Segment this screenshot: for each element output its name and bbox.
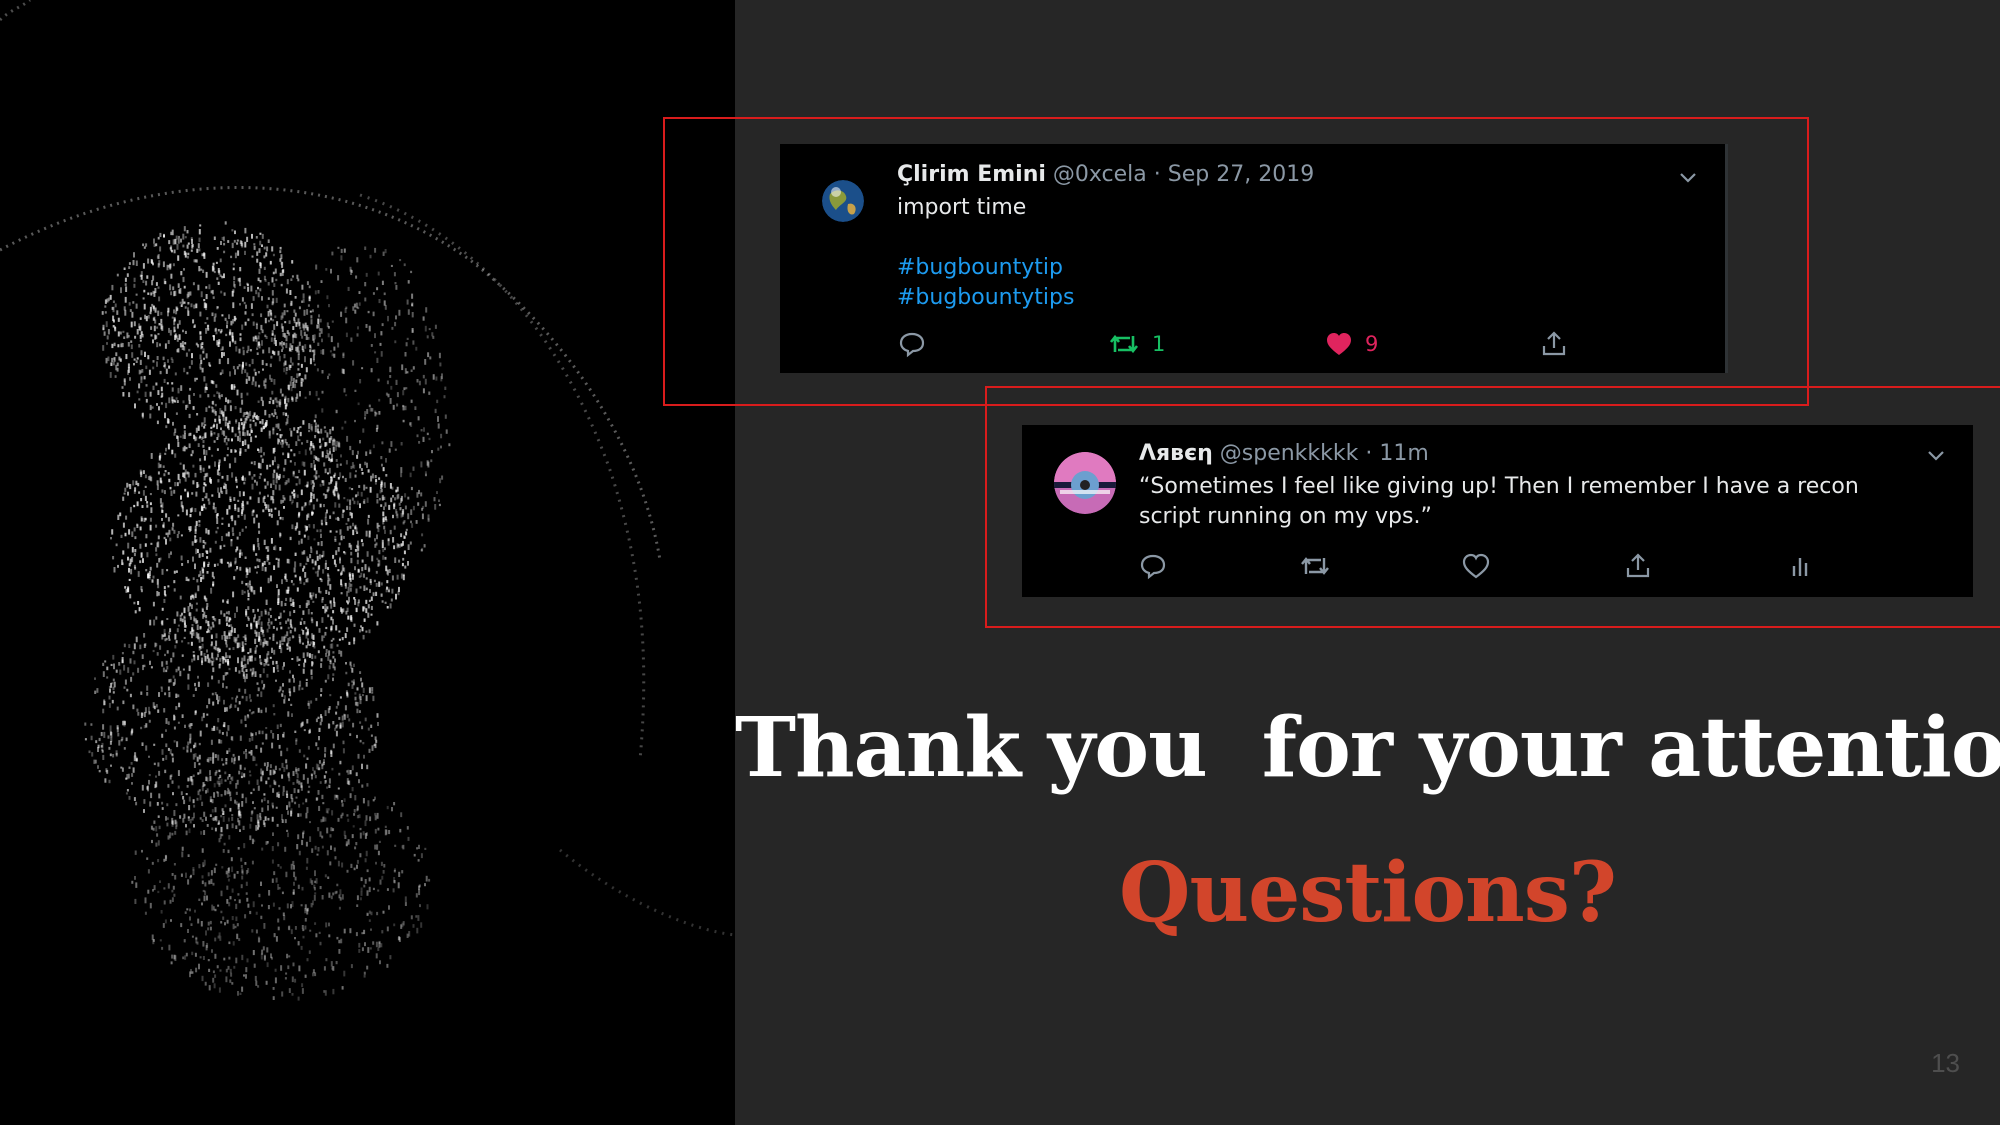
page-number: 13 [1931,1048,1960,1078]
reply-icon [1140,554,1166,580]
tweet-time[interactable]: 11m [1379,441,1428,466]
heart-filled-icon [1327,333,1351,355]
tweet-card-2[interactable]: Λявєη @spenkkkkk · 11m “Sometimes I feel… [1022,425,1973,597]
dotted-hood-artwork [0,0,735,1001]
like-count: 9 [1365,332,1379,356]
share-button[interactable] [1624,552,1652,580]
analytics-icon [1792,558,1808,576]
retweet-icon [1301,557,1329,575]
avatar-disc[interactable] [1054,452,1116,514]
retweet-count: 1 [1152,332,1166,356]
separator-dot: · [1365,441,1373,466]
avatar-globe[interactable] [822,180,864,222]
analytics-button[interactable] [1786,552,1814,580]
like-button[interactable] [1462,552,1490,580]
reply-button[interactable] [1139,552,1167,580]
chevron-down-icon[interactable] [1925,444,1947,470]
tweet1-header: Çlirim Emini @0xcela · Sep 27, 2019 [897,162,1314,187]
author-handle[interactable]: @spenkkkkk [1220,441,1359,466]
reply-icon [899,332,925,358]
hashtag-link[interactable]: #bugbountytips [897,283,1074,313]
chevron-down-icon[interactable] [1677,166,1699,192]
tweet-date[interactable]: Sep 27, 2019 [1168,162,1314,187]
tweet1-body: import time #bugbountytip #bugbountytips [897,193,1074,313]
tweet-text: “Sometimes I feel like giving up! Then I… [1139,474,1859,529]
share-icon [1626,553,1650,578]
hooded-figure-image [0,0,735,1125]
retweet-icon [1109,334,1139,354]
retweet-button[interactable]: 1 [1108,330,1165,358]
like-button[interactable]: 9 [1325,330,1378,358]
retweet-button[interactable] [1299,552,1331,580]
tweet2-header: Λявєη @spenkkkkk · 11m [1139,441,1429,466]
slide-subtitle: Questions? [1119,845,1617,941]
heart-icon [1462,553,1490,579]
reply-button[interactable] [898,330,926,358]
hashtag-link[interactable]: #bugbountytip [897,253,1074,283]
share-icon [1542,331,1566,356]
slide-title: Thank you for your attention [735,700,2000,796]
separator-dot: · [1153,162,1161,187]
author-name[interactable]: Λявєη [1139,441,1213,466]
share-button[interactable] [1540,330,1568,358]
tweet-text: import time [897,195,1027,220]
tweet-card-1[interactable]: Çlirim Emini @0xcela · Sep 27, 2019 impo… [780,144,1728,373]
author-name[interactable]: Çlirim Emini [897,162,1046,187]
author-handle[interactable]: @0xcela [1053,162,1147,187]
